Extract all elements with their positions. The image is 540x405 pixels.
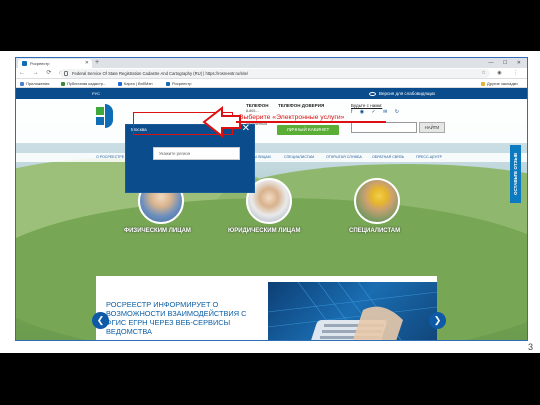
apps-icon bbox=[20, 82, 24, 86]
accessibility-link[interactable]: Версия для слабовидящих bbox=[369, 89, 435, 98]
slider-prev-button[interactable]: ❮ bbox=[92, 312, 109, 329]
legal-entities-label[interactable]: ЮРИДИЧЕСКИМ ЛИЦАМ bbox=[228, 228, 301, 234]
menu-item-open-service[interactable]: ОТКРЫТАЯ СЛУЖБА bbox=[326, 153, 362, 162]
bookmark-rosreestr[interactable]: Росреестр bbox=[166, 79, 191, 88]
browser-window: Росреестр ✕ + — ☐ ✕ ← → ⟳ ⌂ Federal Serv… bbox=[15, 57, 528, 341]
new-tab-button[interactable]: + bbox=[95, 58, 99, 68]
news-slider: РОСРЕЕСТР ИНФОРМИРУЕТ О ВОЗМОЖНОСТИ ВЗАИ… bbox=[96, 276, 437, 340]
bookmark-icon bbox=[61, 82, 65, 86]
url-text: Federal Service Of State Registration Ca… bbox=[72, 71, 249, 76]
address-bar-icons[interactable]: ☆ ◉ ⋮ bbox=[481, 69, 523, 78]
rosreestr-site: РУС Версия для слабовидящих ТЕЛЕФОН ТЕЛЕ… bbox=[16, 88, 527, 340]
annotation-underline bbox=[236, 121, 386, 123]
eye-icon bbox=[369, 91, 376, 96]
annotation-text: Выберите «Электронные услуги» bbox=[239, 114, 345, 121]
menu-item-press[interactable]: ПРЕСС-ЦЕНТР bbox=[416, 153, 442, 162]
menu-item-about[interactable]: О РОСРЕЕСТРЕ bbox=[96, 153, 124, 162]
bookmarks-bar: Приложения Публичная кадастр... Карта | … bbox=[16, 79, 527, 88]
page-number: 3 bbox=[528, 342, 534, 352]
slider-next-button[interactable]: ❯ bbox=[429, 312, 446, 329]
rosreestr-favicon-icon bbox=[22, 61, 27, 66]
individuals-label[interactable]: ФИЗИЧЕСКИМ ЛИЦАМ bbox=[124, 228, 191, 234]
news-headline[interactable]: РОСРЕЕСТР ИНФОРМИРУЕТ О ВОЗМОЖНОСТИ ВЗАИ… bbox=[106, 300, 266, 336]
phone-number: 8-800-... bbox=[246, 109, 260, 113]
specialists-label[interactable]: СПЕЦИАЛИСТАМ bbox=[349, 228, 400, 234]
bookmark-webmap[interactable]: Карта | ВэбМэп bbox=[118, 79, 153, 88]
menu-item-specialists[interactable]: СПЕЦИАЛИСТАМ bbox=[284, 153, 314, 162]
arrow-pointer-icon bbox=[202, 105, 241, 139]
bookmark-icon bbox=[118, 82, 122, 86]
window-controls[interactable]: — ☐ ✕ bbox=[489, 58, 525, 68]
tab-bar: Росреестр ✕ + — ☐ ✕ bbox=[16, 58, 527, 68]
bookmark-other[interactable]: Другие закладки bbox=[481, 79, 518, 88]
bookmark-icon bbox=[166, 82, 170, 86]
region-input[interactable]: Укажите регион bbox=[153, 147, 240, 160]
personal-cabinet-button[interactable]: ЛИЧНЫЙ КАБИНЕТ bbox=[277, 125, 339, 135]
news-image[interactable] bbox=[268, 282, 437, 340]
phone-label: ТЕЛЕФОН bbox=[246, 103, 269, 108]
trust-phone-label: ТЕЛЕФОН ДОВЕРИЯ bbox=[278, 103, 325, 108]
bookmark-public-cadastral[interactable]: Публичная кадастр... bbox=[61, 79, 106, 88]
specialists-photo[interactable] bbox=[354, 178, 400, 224]
navigation-icons[interactable]: ← → ⟳ ⌂ bbox=[19, 69, 66, 78]
menu-item-feedback[interactable]: ОБРАТНАЯ СВЯЗЬ bbox=[372, 153, 404, 162]
tab-title: Росреестр bbox=[30, 61, 50, 66]
lock-icon bbox=[64, 71, 68, 76]
be-with-us-label: Будьте с нами: bbox=[351, 103, 383, 108]
site-search-input[interactable] bbox=[351, 122, 417, 133]
url-field[interactable]: Federal Service Of State Registration Ca… bbox=[60, 69, 490, 78]
address-bar-row: ← → ⟳ ⌂ Federal Service Of State Registr… bbox=[16, 68, 527, 79]
language-switch[interactable]: РУС bbox=[92, 91, 100, 96]
social-icons[interactable]: f ◉ ✓ ✉ ↻ bbox=[351, 109, 402, 115]
feedback-side-tab[interactable]: ОСТАВЬТЕ ОТЗЫВ bbox=[510, 145, 521, 203]
close-tab-icon[interactable]: ✕ bbox=[85, 59, 89, 68]
folder-icon bbox=[481, 82, 485, 86]
site-topbar: РУС Версия для слабовидящих bbox=[16, 88, 527, 99]
site-search-button[interactable]: НАЙТИ bbox=[419, 122, 445, 133]
main-menu: О РОСРЕЕСТРЕ ДЕЯТЕЛЬНОСТЬ ФИЗИЧЕСКИМ ЛИЦ… bbox=[16, 153, 527, 162]
rosreestr-logo[interactable] bbox=[96, 104, 122, 134]
bookmark-apps[interactable]: Приложения bbox=[20, 79, 49, 88]
slide: Росреестр ✕ + — ☐ ✕ ← → ⟳ ⌂ Federal Serv… bbox=[0, 0, 540, 405]
browser-tab[interactable]: Росреестр ✕ bbox=[18, 59, 92, 68]
